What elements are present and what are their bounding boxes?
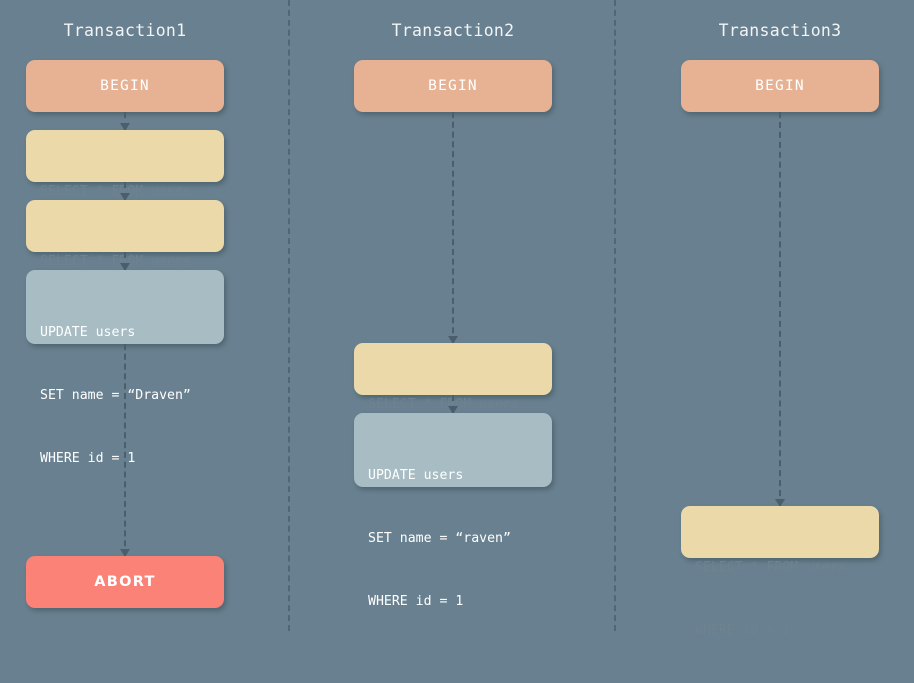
node-line-2: SET name = “raven”: [368, 531, 511, 546]
node-t2-select-1[interactable]: SELECT * FROM users WHERE id = 1: [354, 343, 552, 475]
node-t1-update[interactable]: UPDATE users SET name = “Draven” WHERE i…: [26, 270, 224, 466]
node-line-1: UPDATE users: [40, 325, 136, 340]
diagram-canvas: Transaction1 BEGIN SELECT * FROM users W…: [0, 0, 914, 638]
connector-line: [452, 112, 454, 343]
node-label: BEGIN: [755, 77, 805, 94]
column-title-transaction2: Transaction2: [391, 21, 515, 40]
node-line-1: UPDATE users: [368, 468, 464, 483]
column-separator-2: [614, 0, 616, 631]
node-line-1: SELECT * FROM users: [695, 560, 846, 575]
column-separator-1: [288, 0, 290, 631]
connector-line: [124, 344, 126, 556]
node-label: ABORT: [94, 573, 156, 590]
column-title-transaction1: Transaction1: [63, 21, 187, 40]
node-t1-select-1[interactable]: SELECT * FROM users WHERE id = 1: [26, 130, 224, 262]
node-t1-select-2[interactable]: SELECT * FROM users WHERE id = 2: [26, 200, 224, 332]
node-t2-update[interactable]: UPDATE users SET name = “raven” WHERE id…: [354, 413, 552, 609]
column-title-transaction3: Transaction3: [718, 21, 842, 40]
node-label: BEGIN: [100, 77, 150, 94]
node-t1-begin[interactable]: BEGIN: [26, 60, 224, 112]
node-t3-select-1[interactable]: SELECT * FROM users WHERE id = 1: [681, 506, 879, 638]
node-t1-abort[interactable]: ABORT: [26, 556, 224, 608]
connector-line: [779, 112, 781, 506]
node-t2-begin[interactable]: BEGIN: [354, 60, 552, 112]
node-t3-begin[interactable]: BEGIN: [681, 60, 879, 112]
node-label: BEGIN: [428, 77, 478, 94]
node-line-3: WHERE id = 1: [368, 594, 464, 609]
